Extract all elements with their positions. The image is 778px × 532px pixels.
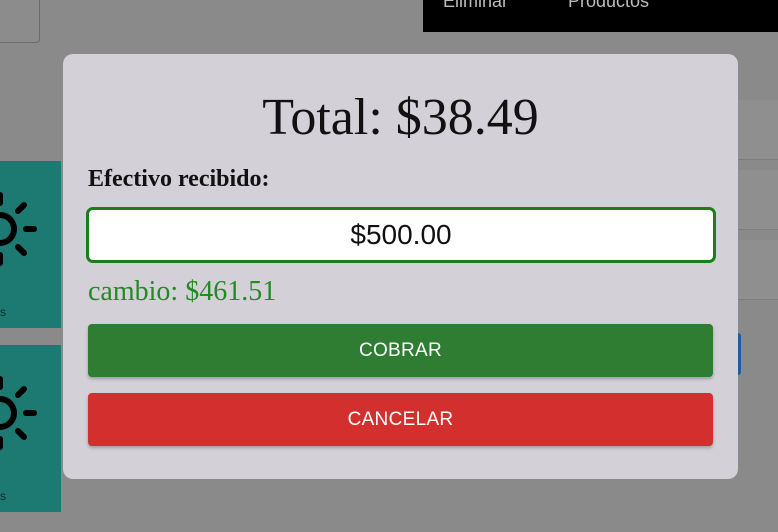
product-card-caption: s [0, 489, 6, 503]
change-amount: cambio: $461.51 [88, 276, 277, 307]
product-card: s [0, 161, 61, 328]
background-list-row [737, 170, 778, 230]
cancel-button[interactable]: CANCELAR [88, 393, 713, 446]
product-card: s [0, 345, 61, 512]
sun-icon [0, 192, 37, 266]
cash-received-label: Efectivo recibido: [88, 166, 270, 192]
sun-icon [0, 376, 37, 450]
payment-dialog: Total: $38.49 Efectivo recibido: cambio:… [63, 54, 738, 479]
product-card-caption: s [0, 305, 6, 319]
cash-received-input[interactable] [86, 207, 716, 263]
charge-button[interactable]: COBRAR [88, 324, 713, 377]
background-list-row [737, 240, 778, 300]
tab-eliminar: Eliminar [443, 0, 509, 11]
tab-productos: Productos [568, 0, 650, 11]
background-topbar: Eliminar Productos [423, 0, 778, 32]
total-amount: Total: $38.49 [262, 89, 539, 146]
background-input [0, 0, 40, 43]
background-list-row [737, 100, 778, 160]
